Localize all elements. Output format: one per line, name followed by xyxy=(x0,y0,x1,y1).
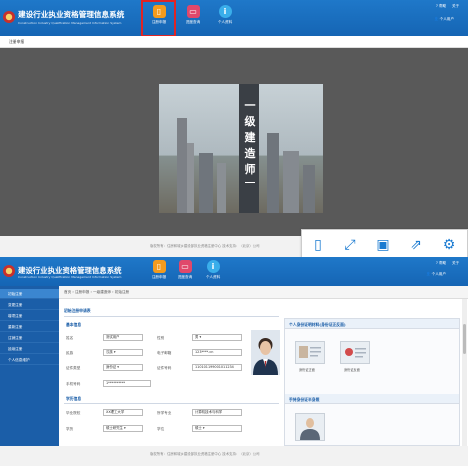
constructor-poster: 一级建造师 xyxy=(159,84,323,213)
footer-2: 版权所有：住房和城乡建设部执业资格注册中心 技术支持：（北京）公司 xyxy=(0,446,468,466)
about-link[interactable]: 关于 xyxy=(452,261,459,266)
applicant-photo xyxy=(251,330,280,375)
sidebar: 初始注册 变更注册 增项注册 重新注册 注销注册 延续注册 个人信息维护 xyxy=(0,286,59,456)
study-info-title: 学历信息 xyxy=(66,396,82,401)
sidebar-item-initial[interactable]: 初始注册 xyxy=(0,289,59,299)
id-card-front[interactable] xyxy=(295,341,325,364)
basic-info-title: 基本信息 xyxy=(66,322,82,327)
scrollbar[interactable] xyxy=(462,299,467,446)
nav-progress-query[interactable]: ▭ 进度查询 xyxy=(180,5,206,24)
phone-field[interactable]: 1********** xyxy=(103,380,151,387)
form-title: 初始注册申请表 xyxy=(64,308,91,313)
system-title: 建设行业执业资格管理信息系统 xyxy=(18,10,125,19)
breadcrumb: 首页 › 注册申报 › 一级建造师 › 初始注册 xyxy=(0,286,468,299)
tab-register[interactable]: 注册申报 xyxy=(9,39,24,45)
gender-select[interactable]: 男 ▾ xyxy=(192,334,242,341)
handheld-photo-title: 手持身份证半身照 xyxy=(289,397,320,402)
sidebar-item-cancel[interactable]: 注销注册 xyxy=(0,333,59,343)
sidebar-item-continue[interactable]: 延续注册 xyxy=(0,344,59,354)
fullscreen-icon[interactable]: ⤢ xyxy=(340,235,360,255)
personal-info-icon: i xyxy=(206,260,220,273)
progress-query-icon: ▭ xyxy=(186,5,200,18)
progress-query-icon: ▭ xyxy=(178,260,192,273)
nav-register[interactable]: ▯ 注册申报 xyxy=(146,260,172,279)
settings-icon[interactable]: ⚙ xyxy=(439,235,459,255)
degree-select[interactable]: 硕士 ▾ xyxy=(192,425,242,432)
nav-personal-info[interactable]: i 个人资料 xyxy=(200,260,226,279)
major-field[interactable]: 计算机技术与科学 xyxy=(192,409,242,416)
top-header: 建设行业执业资格管理信息系统 Construction Industry Qua… xyxy=(0,0,468,36)
help-link[interactable]: ? 帮助 xyxy=(436,261,446,266)
id-card-back[interactable] xyxy=(340,341,370,364)
education-select[interactable]: 硕士研究生 ▾ xyxy=(103,425,143,432)
idno-field[interactable]: 110101199001011234 xyxy=(192,364,242,371)
save-icon[interactable]: ▣ xyxy=(373,235,393,255)
system-subtitle: Construction Industry Qualification Mana… xyxy=(18,21,122,25)
name-field[interactable]: 测试用户 xyxy=(103,334,143,341)
user-menu[interactable]: 👤 个人用户 xyxy=(434,17,454,22)
highlight-box xyxy=(141,0,176,37)
personal-info-icon: i xyxy=(218,5,232,18)
handheld-id-photo[interactable] xyxy=(295,413,325,441)
register-icon: ▯ xyxy=(152,260,166,273)
nav-progress-query[interactable]: ▭ 进度查询 xyxy=(172,260,198,279)
school-field[interactable]: XX理工大学 xyxy=(103,409,143,416)
national-emblem-icon xyxy=(3,265,15,277)
sidebar-item-profile[interactable]: 个人信息维护 xyxy=(0,355,59,365)
sidebar-item-change[interactable]: 变更注册 xyxy=(0,300,59,310)
about-link[interactable]: 关于 xyxy=(452,4,459,9)
id-document-panel: 个人身份证明材料(身份证正反面) 身份证正面 身份证反面 手持身份证半身照 xyxy=(284,318,460,446)
idtype-select[interactable]: 身份证 ▾ xyxy=(103,364,143,371)
help-link[interactable]: ? 帮助 xyxy=(436,4,446,9)
email-field[interactable]: 123****.cn xyxy=(192,349,242,356)
nation-select[interactable]: 汉族 ▾ xyxy=(103,349,143,356)
sidebar-item-add[interactable]: 增项注册 xyxy=(0,311,59,321)
poster-title: 一级建造师 xyxy=(244,99,256,176)
tab-bar: 注册申报 xyxy=(0,36,468,48)
system-subtitle: Construction Industry Qualification Mana… xyxy=(18,275,122,279)
national-emblem-icon xyxy=(3,11,15,23)
user-menu[interactable]: 👤 个人用户 xyxy=(426,272,446,277)
id-docs-title: 个人身份证明材料(身份证正反面) xyxy=(289,322,346,327)
share-icon[interactable]: ⇗ xyxy=(406,235,426,255)
top-header-2: 建设行业执业资格管理信息系统 Construction Industry Qua… xyxy=(0,257,468,286)
floating-toolbar: ▯ ⤢ ▣ ⇗ ⚙ xyxy=(301,229,468,259)
phone-icon[interactable]: ▯ xyxy=(308,235,328,255)
sidebar-item-re[interactable]: 重新注册 xyxy=(0,322,59,332)
nav-personal-info[interactable]: i 个人资料 xyxy=(212,5,238,24)
